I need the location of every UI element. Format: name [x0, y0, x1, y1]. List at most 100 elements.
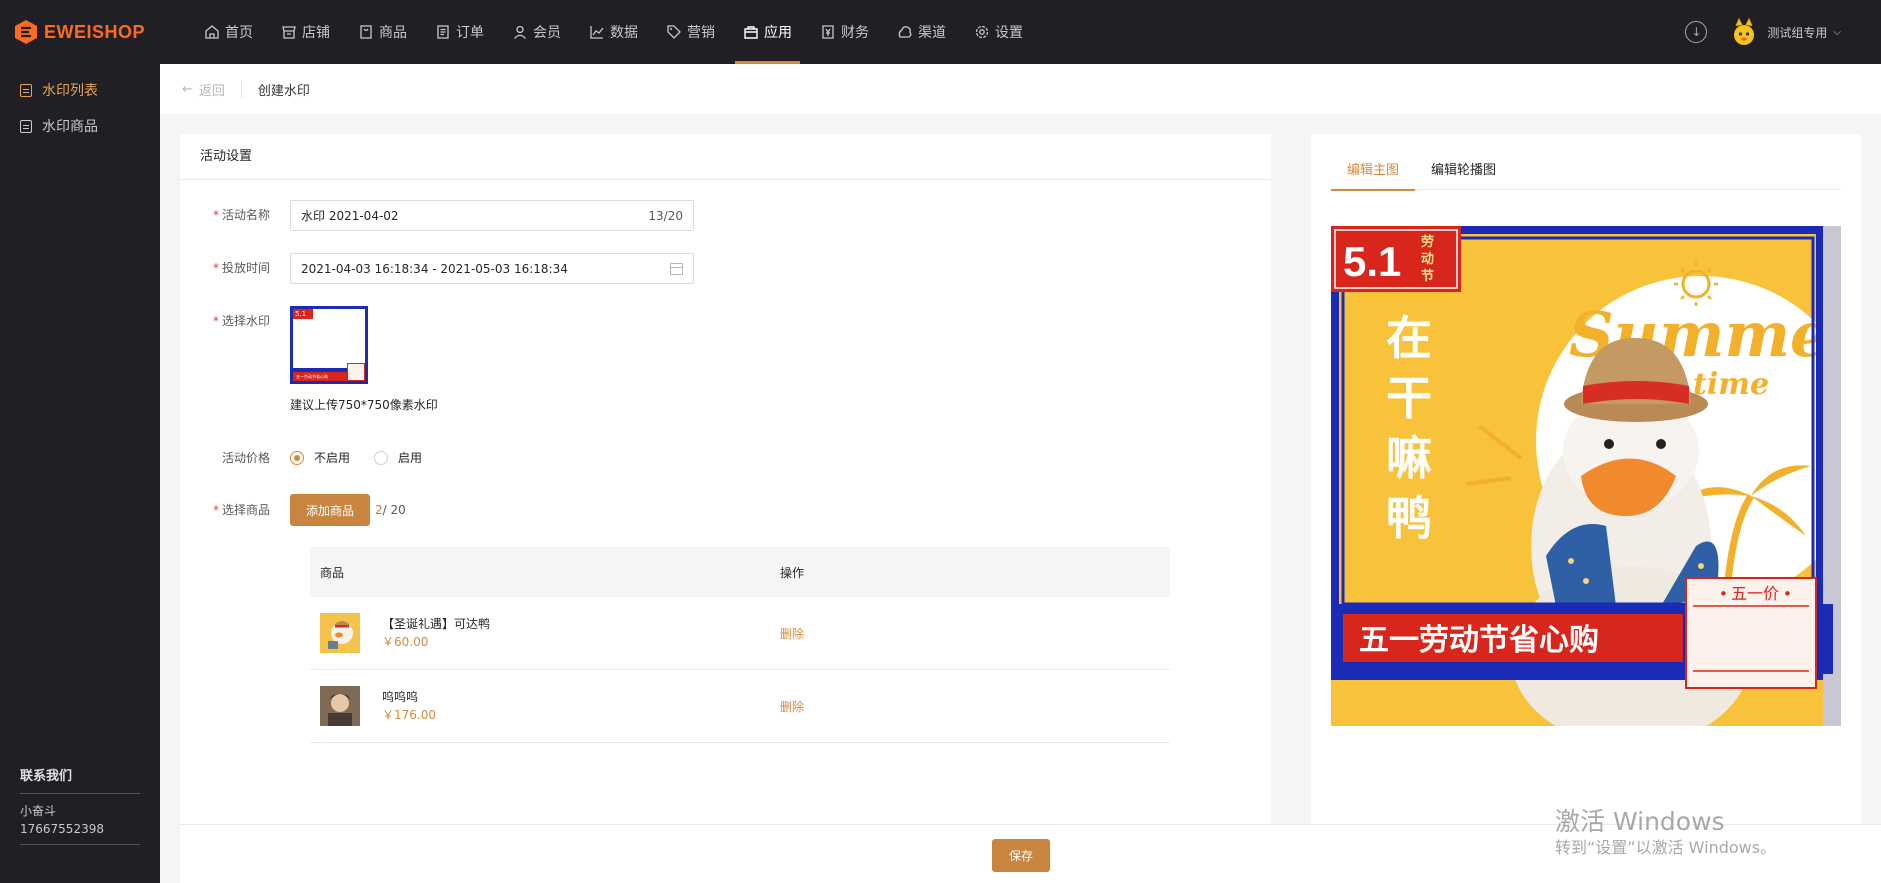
vertical-char: 干: [1386, 371, 1432, 425]
name-label: * 活动名称: [212, 208, 270, 222]
back-label: 返回: [198, 83, 225, 99]
watermark-label: * 选择水印: [212, 314, 270, 328]
avatar[interactable]: [1731, 17, 1757, 47]
nav-item-store[interactable]: 店铺: [267, 0, 344, 64]
product-name: 呜呜呜: [382, 690, 419, 704]
nav-label: 首页: [225, 25, 253, 41]
price-tag-text: 五一价: [1731, 584, 1779, 603]
delete-link[interactable]: 删除: [780, 627, 804, 641]
badge-char: 节: [1421, 268, 1434, 284]
activation-line1: 激活 Windows: [1555, 807, 1725, 836]
nav-label: 渠道: [918, 25, 946, 41]
time-row: * 投放时间 2021-04-03 16:18:34 - 2021-05-03 1…: [180, 253, 694, 284]
nav-item-channel[interactable]: 渠道: [883, 0, 960, 64]
app-icon: [744, 26, 758, 39]
list-icon: [20, 119, 32, 133]
time-label: * 投放时间: [212, 261, 270, 275]
nav-label: 订单: [456, 25, 484, 41]
download-icon[interactable]: ↓: [1685, 21, 1708, 43]
banner-text: 五一劳动节省心购: [1359, 623, 1599, 658]
chart-icon: [590, 26, 604, 39]
nav-item-finance[interactable]: 财务: [806, 0, 883, 64]
nav-item-app[interactable]: 应用: [729, 0, 806, 64]
radio-dot: [290, 451, 304, 465]
sidebar-item-label: 水印列表: [42, 83, 98, 99]
nav-label: 营销: [687, 25, 715, 41]
finance-icon: [822, 25, 834, 39]
radio-enable[interactable]: 启用: [374, 443, 422, 473]
calendar-icon: [670, 262, 683, 275]
nav-item-home[interactable]: 首页: [190, 0, 267, 64]
price-row: 活动价格 不启用 启用: [180, 443, 446, 473]
nav-item-goods[interactable]: 商品: [344, 0, 421, 64]
char-counter: 13/20: [648, 208, 683, 223]
user-area: ↓ 测试组专用 ⌵: [1685, 0, 1841, 64]
vertical-char: 在: [1386, 311, 1432, 365]
badge-char: 劳: [1421, 234, 1434, 250]
badge-char: 动: [1421, 252, 1434, 267]
contact-phone: 17667552398: [20, 822, 104, 836]
channel-icon: [898, 26, 912, 38]
main-nav: 首页 店铺 商品 订单 会员 数据 营销 应用 财务 渠道 设置: [190, 0, 1037, 64]
price-label: 活动价格: [221, 451, 270, 465]
badge-number: 5.1: [1343, 238, 1401, 285]
contact-title: 联系我们: [20, 765, 140, 794]
product-image: [320, 686, 360, 726]
thumb-badge: 5.1: [293, 309, 313, 319]
nav-label: 财务: [841, 25, 869, 41]
card-title: 活动设置: [180, 134, 1271, 180]
nav-item-marketing[interactable]: 营销: [652, 0, 729, 64]
member-icon: [514, 25, 526, 39]
tab-carousel-image[interactable]: 编辑轮播图: [1415, 156, 1512, 190]
nav-label: 数据: [610, 25, 638, 41]
nav-item-settings[interactable]: 设置: [960, 0, 1037, 64]
user-name[interactable]: 测试组专用: [1767, 24, 1827, 41]
nav-label: 店铺: [302, 25, 330, 41]
tab-main-image[interactable]: 编辑主图: [1331, 156, 1416, 191]
contact-name: 小奋斗: [20, 804, 57, 818]
activity-name-input[interactable]: 水印 2021-04-02 13/20: [290, 200, 694, 231]
nav-item-data[interactable]: 数据: [575, 0, 652, 64]
watermark-thumbnail[interactable]: 5.1 五一劳动节省心购: [290, 306, 368, 384]
save-button[interactable]: 保存: [992, 839, 1050, 872]
svg-text:•: •: [1719, 585, 1728, 603]
nav-label: 会员: [533, 25, 561, 41]
back-button[interactable]: ← 返回: [182, 80, 242, 99]
radio-disable[interactable]: 不启用: [290, 443, 350, 473]
watermark-row: * 选择水印 5.1 五一劳动节省心购 建议上传750*750像素水印: [180, 306, 438, 413]
logo-icon: [15, 20, 37, 44]
order-icon: [437, 25, 449, 39]
add-goods-button[interactable]: 添加商品: [290, 494, 371, 526]
nav-label: 设置: [995, 25, 1023, 41]
gear-icon: [975, 25, 989, 39]
chevron-down-icon[interactable]: ⌵: [1833, 27, 1841, 38]
input-value: 2021-04-03 16:18:34 - 2021-05-03 16:18:3…: [301, 261, 568, 276]
product-price: ￥176.00: [382, 708, 436, 722]
goods-icon: [360, 25, 372, 39]
windows-activation-watermark: 激活 Windows 转到“设置”以激活 Windows。: [1555, 806, 1776, 858]
thumb-price-tag: [347, 363, 365, 381]
arrow-left-icon: ←: [182, 81, 193, 97]
page-title: 创建水印: [257, 83, 310, 99]
preview-tabs: 编辑主图 编辑轮播图: [1331, 156, 1841, 191]
sidebar-item-watermark-list[interactable]: 水印列表: [0, 72, 160, 108]
nav-item-member[interactable]: 会员: [498, 0, 575, 64]
sidebar-item-watermark-goods[interactable]: 水印商品: [0, 108, 160, 144]
product-price: ￥60.00: [382, 635, 429, 649]
nav-label: 商品: [379, 25, 407, 41]
table-header: 商品 操作: [310, 547, 1170, 597]
delete-link[interactable]: 删除: [780, 700, 804, 714]
product-name: 【圣诞礼遇】可达鸭: [382, 617, 491, 631]
vertical-char: 鸭: [1386, 491, 1432, 545]
tag-icon: [667, 25, 681, 39]
name-row: * 活动名称 水印 2021-04-02 13/20: [180, 200, 694, 231]
nav-item-order[interactable]: 订单: [421, 0, 498, 64]
date-range-picker[interactable]: 2021-04-03 16:18:34 - 2021-05-03 16:18:3…: [290, 253, 694, 284]
nav-label: 应用: [764, 25, 792, 41]
sidebar: 水印列表 水印商品 联系我们 小奋斗 17667552398: [0, 64, 160, 883]
activity-settings-card: 活动设置 * 活动名称 水印 2021-04-02 13/20 * 投放时间 202…: [180, 134, 1271, 824]
logo[interactable]: EWEISHOP: [0, 0, 180, 64]
time-text: time: [1693, 367, 1769, 402]
header-action: 操作: [780, 565, 805, 580]
header-goods: 商品: [320, 565, 345, 580]
